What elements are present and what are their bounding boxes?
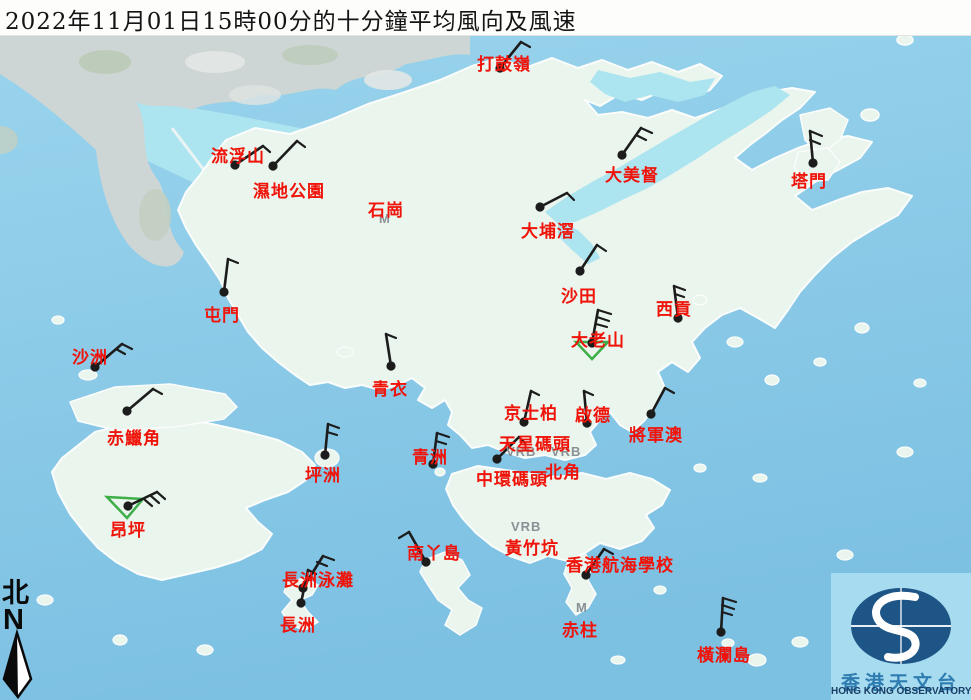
- station-label: 塔門: [791, 167, 827, 192]
- station-dot: [646, 409, 655, 418]
- map-title: 2022年11月01日15時00分的十分鐘平均風向及風速: [5, 2, 577, 36]
- station-label: 啟德: [575, 401, 611, 426]
- station-label: 北角: [545, 458, 581, 483]
- station-label: 赤柱: [562, 616, 598, 641]
- station-dot: [535, 202, 544, 211]
- station-label: 中環碼頭: [476, 465, 548, 490]
- station-label: 赤鱲角: [107, 424, 161, 449]
- station-label: 打鼓嶺: [477, 50, 531, 75]
- station-dot: [716, 627, 725, 636]
- station-label: 西貢: [656, 295, 692, 320]
- station-dot: [296, 598, 305, 607]
- station-label: 沙田: [561, 282, 597, 307]
- compass: 北 N: [2, 581, 29, 633]
- hko-logo: 香港天文台 HONG KONG OBSERVATORY: [831, 573, 971, 700]
- station-label: 青衣: [372, 375, 408, 400]
- station-label: 長洲泳灘: [282, 566, 354, 591]
- wind-map-page: 2022年11月01日15時00分的十分鐘平均風向及風速 打鼓嶺流浮山濕地公園石…: [0, 0, 971, 700]
- station-dot: [268, 161, 277, 170]
- title-bar: 2022年11月01日15時00分的十分鐘平均風向及風速: [0, 0, 971, 36]
- station-label: 青洲: [412, 443, 448, 468]
- station-label: 濕地公園: [253, 177, 325, 202]
- station-label: 天星碼頭: [499, 430, 571, 455]
- station-label: 大老山: [571, 326, 625, 351]
- station-dot: [123, 501, 132, 510]
- station-label: 香港航海學校: [566, 551, 674, 576]
- station-label: 南丫島: [407, 539, 461, 564]
- station-label: 沙洲: [72, 343, 108, 368]
- station-label: 昂坪: [110, 516, 146, 541]
- station-label: 坪洲: [305, 461, 341, 486]
- compass-north-letter: N: [3, 607, 29, 633]
- station-dot: [219, 287, 228, 296]
- station-label: 流浮山: [211, 142, 265, 167]
- station-dot: [575, 266, 584, 275]
- station-dot: [617, 150, 626, 159]
- station-dot: [320, 450, 329, 459]
- station-dot: [122, 406, 131, 415]
- station-label: 長洲: [280, 611, 316, 636]
- hong-kong-map: [0, 0, 971, 700]
- station-label: 石崗: [368, 196, 404, 221]
- station-label: 京士柏: [504, 399, 558, 424]
- station-label: 屯門: [204, 301, 240, 326]
- station-label: 大埔滘: [521, 217, 575, 242]
- station-label: 大美督: [605, 161, 659, 186]
- station-label: 橫瀾島: [697, 641, 751, 666]
- station-label: 將軍澳: [629, 421, 683, 446]
- station-dot: [492, 454, 501, 463]
- station-label: 黃竹坑: [505, 534, 559, 559]
- station-data-tag: M: [576, 600, 588, 615]
- station-dot: [386, 361, 395, 370]
- station-data-tag: VRB: [511, 519, 541, 534]
- hko-logo-english: HONG KONG OBSERVATORY: [831, 686, 971, 697]
